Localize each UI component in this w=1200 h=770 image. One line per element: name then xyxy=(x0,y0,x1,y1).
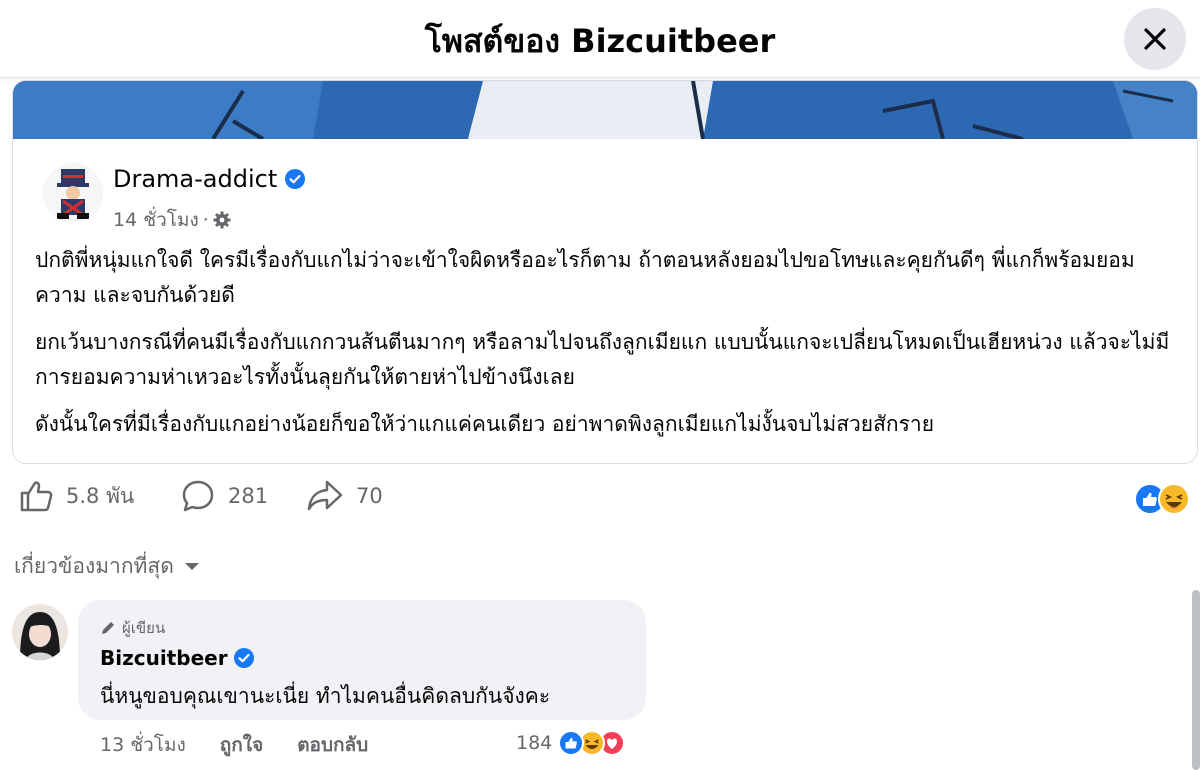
comment-count: 281 xyxy=(228,484,269,508)
comment-reaction-count: 184 xyxy=(516,732,553,754)
like-count: 5.8 พัน xyxy=(66,483,135,508)
author-badge: ผู้เขียน xyxy=(100,616,165,640)
post-paragraph: ปกติพี่หนุ่มแกใจดี ใครมีเรื่องกับแกไม่ว่… xyxy=(35,248,1135,307)
cartoon-image-fragment xyxy=(13,81,1197,139)
comment-sort-dropdown[interactable]: เกี่ยวข้องมากที่สุด xyxy=(14,550,200,583)
dialog-header: โพสต์ของ Bizcuitbeer xyxy=(0,0,1200,78)
shared-post-card[interactable]: Drama-addict 14 ชั่วโมง · ปกติพี่หนุ่มแก… xyxy=(12,80,1198,464)
post-paragraph: ดังนั้นใครที่มีเรื่องกับแกอย่างน้อยก็ขอใ… xyxy=(35,412,935,436)
shared-post-body: Drama-addict 14 ชั่วโมง · ปกติพี่หนุ่มแก… xyxy=(13,139,1197,463)
comment-text: นี่หนูขอบคุณเขานะเนี่ย ทำไมคนอื่นคิดลบกั… xyxy=(100,684,551,708)
author-badge-label: ผู้เขียน xyxy=(122,619,166,637)
comment-bubble-icon xyxy=(182,480,214,512)
comment-footer: 13 ชั่วโมง ถูกใจ ตอบกลับ xyxy=(100,730,402,760)
thumbs-up-icon xyxy=(20,481,53,512)
verified-badge-icon xyxy=(285,169,306,189)
like-button[interactable]: 5.8 พัน xyxy=(18,478,134,514)
uncle-sam-avatar-icon xyxy=(43,163,103,223)
share-arrow-icon xyxy=(307,480,343,511)
comment-like-button[interactable]: ถูกใจ xyxy=(220,730,263,760)
verified-badge-icon xyxy=(233,648,254,668)
post-time[interactable]: 14 ชั่วโมง xyxy=(113,205,199,235)
shared-post-image[interactable] xyxy=(13,81,1197,139)
dialog-title: โพสต์ของ Bizcuitbeer xyxy=(424,22,776,60)
commenter-photo xyxy=(12,604,68,660)
close-button[interactable] xyxy=(1124,8,1186,70)
scrollbar[interactable] xyxy=(1192,590,1200,770)
share-button[interactable]: 70 xyxy=(306,478,383,514)
reaction-summary[interactable] xyxy=(1132,482,1192,516)
page-name[interactable]: Drama-addict xyxy=(113,165,277,193)
page-avatar[interactable] xyxy=(43,163,103,223)
post-paragraph: ยกเว้นบางกรณีที่คนมีเรื่องกับแกกวนส้นตีน… xyxy=(35,330,1170,389)
comment-time[interactable]: 13 ชั่วโมง xyxy=(100,730,186,760)
like-haha-reaction-icons xyxy=(1134,483,1190,515)
post-text: ปกติพี่หนุ่มแกใจดี ใครมีเรื่องกับแกไม่ว่… xyxy=(35,243,1185,454)
comment-button[interactable]: 281 xyxy=(180,478,268,514)
sort-label: เกี่ยวข้องมากที่สุด xyxy=(14,554,174,578)
gear-icon xyxy=(213,211,231,229)
pencil-icon xyxy=(102,622,114,634)
like-haha-love-reaction-icons xyxy=(558,730,626,756)
comment-reactions[interactable]: 184 xyxy=(516,728,626,758)
share-count: 70 xyxy=(356,484,383,508)
comment-reply-button[interactable]: ตอบกลับ xyxy=(297,730,368,760)
close-icon xyxy=(1144,28,1166,50)
caret-down-icon xyxy=(184,562,199,570)
commenter-avatar[interactable] xyxy=(12,604,68,660)
post-action-bar: 5.8 พัน 281 70 xyxy=(0,478,1200,526)
comment-author[interactable]: Bizcuitbeer xyxy=(100,646,228,670)
meta-separator: · xyxy=(202,209,209,231)
comment-bubble: ผู้เขียน Bizcuitbeer นี่หนูขอบคุณเขานะเน… xyxy=(78,600,646,720)
